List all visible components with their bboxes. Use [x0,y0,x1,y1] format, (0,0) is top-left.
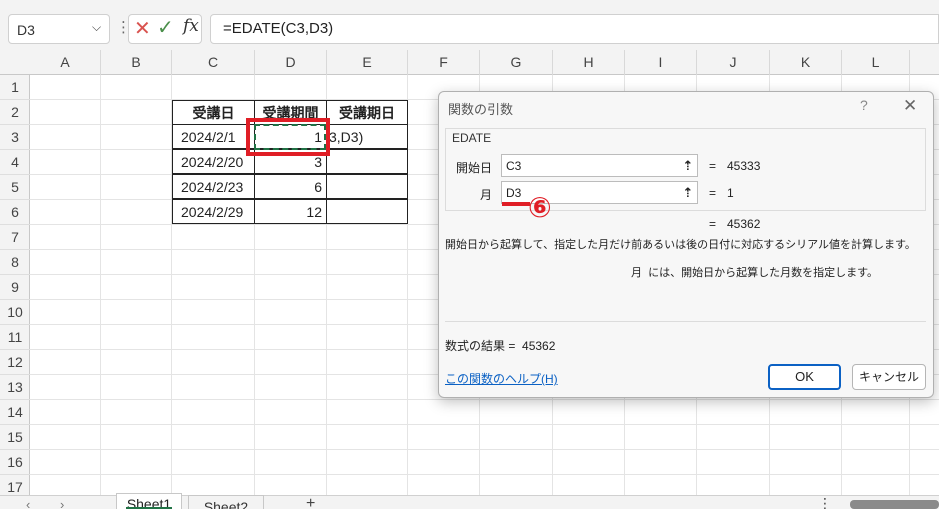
editing-formula-overflow: 3,D3) [329,129,364,145]
column-header-k[interactable]: K [770,50,842,75]
table-cell-date[interactable]: 2024/2/23 [172,174,255,199]
row-header-8[interactable]: 8 [0,250,30,275]
row-header-4[interactable]: 4 [0,150,30,175]
row-header-13[interactable]: 13 [0,375,30,400]
row-header-12[interactable]: 12 [0,350,30,375]
table-cell-due[interactable] [326,149,408,174]
column-header-a[interactable]: A [30,50,101,75]
column-header-d[interactable]: D [255,50,327,75]
column-header: ABCDEFGHIJKL [0,50,939,75]
function-result-preview: 45362 [727,217,761,231]
collapse-dialog-icon[interactable]: ⇡ [679,156,697,175]
more-vertical-icon[interactable]: ⋮ [818,495,832,509]
argument-description-text: には、開始日から起算した月数を指定します。 [648,267,879,279]
row-header-14[interactable]: 14 [0,400,30,425]
table-cell-period[interactable]: 12 [254,199,327,224]
table-cell-date[interactable]: 2024/2/1 [172,124,255,149]
close-icon[interactable]: ✕ [903,96,917,116]
table-cell-date[interactable]: 2024/2/20 [172,149,255,174]
table-cell-period[interactable]: 6 [254,174,327,199]
result-equals: = [709,217,717,231]
row-header-16[interactable]: 16 [0,450,30,475]
arg-label-months: 月 [480,188,493,202]
highlight-box [246,118,330,156]
column-header-i[interactable]: I [625,50,697,75]
arg-label-start-date: 開始日 [456,161,493,175]
grid-line [30,424,939,425]
arg-equals: = [709,186,717,200]
ok-button[interactable]: OK [768,364,841,390]
row-header-1[interactable]: 1 [0,75,30,100]
column-header-g[interactable]: G [480,50,553,75]
formula-result-label: 数式の結果 = [445,339,516,353]
column-header-j[interactable]: J [697,50,770,75]
column-header-f[interactable]: F [408,50,480,75]
column-header-h[interactable]: H [553,50,625,75]
chevron-down-icon[interactable]: ⌵ [92,20,101,35]
chevron-left-icon[interactable]: ‹ [26,497,30,509]
cancel-icon[interactable]: ✕ [134,16,151,41]
table-cell-date[interactable]: 2024/2/29 [172,199,255,224]
excel-window: D 3 ⌵ ⋮ ✕ ✓ fx =EDATE(C3,D3) ABCDEFGHIJKL… [0,0,939,509]
column-header-e[interactable]: E [327,50,408,75]
column-header-l[interactable]: L [842,50,910,75]
table-cell-due[interactable] [326,174,408,199]
insert-function-icon[interactable]: fx [183,16,199,36]
collapse-dialog-icon[interactable]: ⇡ [679,183,697,202]
argument-description-label: 月 [631,267,642,279]
function-name: EDATE [452,131,492,145]
column-header-c[interactable]: C [172,50,255,75]
enter-check-icon[interactable]: ✓ [157,15,174,40]
dialog-divider [445,321,926,322]
row-header-6[interactable]: 6 [0,200,30,225]
table-header-cell[interactable]: 受講期日 [326,100,408,125]
row-header-11[interactable]: 11 [0,325,30,350]
table-cell-due[interactable] [326,199,408,224]
formula-input[interactable]: =EDATE(C3,D3) [210,14,939,44]
help-icon[interactable]: ? [860,97,868,113]
sheet-tab-2[interactable]: Sheet2 [188,495,264,509]
add-sheet-icon[interactable]: + [306,495,315,509]
arg-result-months: 1 [727,186,734,200]
help-link[interactable]: この関数のヘルプ(H) [445,370,558,387]
table-header-cell[interactable]: 受講日 [172,100,255,125]
row-header-9[interactable]: 9 [0,275,30,300]
formula-result: 数式の結果 = 45362 [445,337,555,354]
row-header-2[interactable]: 2 [0,100,30,125]
annotation-underline [502,202,530,206]
arg-result-start-date: 45333 [727,159,761,173]
row-header-10[interactable]: 10 [0,300,30,325]
cancel-button[interactable]: キャンセル [852,364,926,390]
dialog-title: 関数の引数 [448,102,514,117]
grid-line [30,474,939,475]
function-description: 開始日から起算して、指定した月だけ前あるいは後の日付に対応するシリアル値を計算し… [445,239,916,251]
row-header-15[interactable]: 15 [0,425,30,450]
argument-description: 月 には、開始日から起算した月数を指定します。 [631,264,878,280]
ribbon-edge [0,0,939,8]
grid-line [30,449,939,450]
row-header: 1 2 3 4 5 6 7 8 9 10 11 12 13 14 15 16 17 [0,75,30,500]
annotation-step-number: ⑥ [528,192,552,223]
horizontal-scrollbar-thumb[interactable] [850,500,939,509]
grid-line [30,399,939,400]
row-header-5[interactable]: 5 [0,175,30,200]
formula-result-value: 45362 [522,339,556,353]
column-header-b[interactable]: B [101,50,172,75]
grid-line [100,75,101,495]
row-header-3[interactable]: 3 [0,125,30,150]
chevron-right-icon[interactable]: › [60,497,64,509]
row-header-7[interactable]: 7 [0,225,30,250]
arg-input-start-date[interactable]: C3 [501,154,698,177]
arg-equals: = [709,159,717,173]
